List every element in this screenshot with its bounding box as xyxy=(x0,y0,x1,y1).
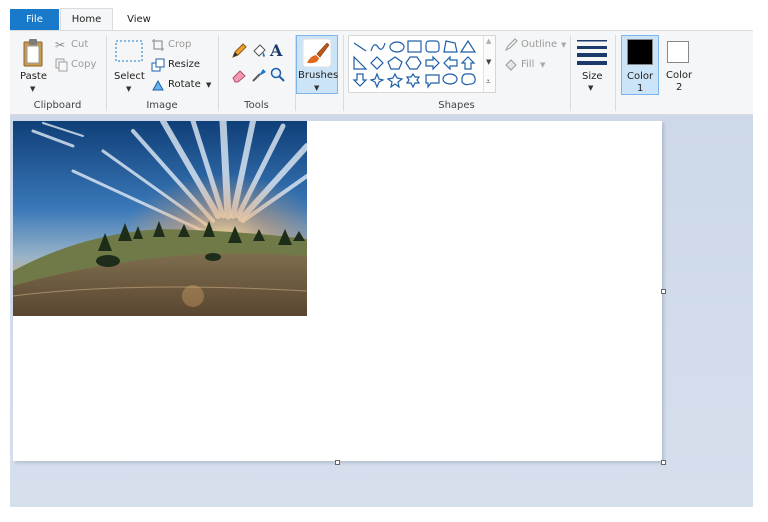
canvas-workspace xyxy=(10,115,753,507)
scissors-icon: ✂ xyxy=(55,38,66,52)
paste-label: Paste xyxy=(20,71,47,82)
color2-button[interactable]: Color 2 xyxy=(661,35,699,95)
crop-icon xyxy=(152,39,164,51)
paste-dropdown-icon: ▼ xyxy=(30,85,36,93)
outline-dropdown-icon: ▼ xyxy=(561,41,567,49)
status-area xyxy=(0,507,768,522)
eraser-icon[interactable] xyxy=(231,67,247,83)
resize-label: Resize xyxy=(168,59,201,70)
text-tool-icon[interactable]: A xyxy=(270,41,282,60)
resize-button[interactable]: Resize xyxy=(151,58,211,73)
outline-label: Outline xyxy=(521,39,558,50)
color2-number: 2 xyxy=(676,82,683,93)
size-label: Size xyxy=(582,71,603,82)
landscape-picture xyxy=(13,121,307,316)
scroll-down-icon[interactable]: ▼ xyxy=(486,58,491,66)
fill-button[interactable]: Fill ▼ xyxy=(504,58,554,73)
paste-button[interactable]: Paste ▼ xyxy=(18,36,48,94)
resize-handle-bottom[interactable] xyxy=(335,460,340,465)
fill-dropdown-icon: ▼ xyxy=(540,61,546,69)
crop-label: Crop xyxy=(168,39,192,50)
gallery-expand-icon[interactable]: ⩡ xyxy=(486,77,491,87)
color-picker-icon[interactable] xyxy=(251,67,267,83)
color1-button[interactable]: Color 1 xyxy=(621,35,659,95)
paint-window: File Home View Paste ▼ ✂ Cut Copy Clipbo… xyxy=(0,0,768,522)
outline-pen-icon xyxy=(504,38,518,52)
tools-group-label: Tools xyxy=(244,100,269,111)
size-dropdown-icon: ▼ xyxy=(588,84,594,92)
tab-file[interactable]: File xyxy=(10,9,59,30)
select-button[interactable]: Select ▼ xyxy=(113,37,145,93)
tab-home[interactable]: Home xyxy=(60,8,113,31)
tools-group: A Tools xyxy=(219,31,294,115)
magnifier-icon[interactable] xyxy=(270,67,286,83)
color1-swatch xyxy=(627,39,653,65)
cut-button[interactable]: ✂ Cut xyxy=(55,38,101,53)
outline-button[interactable]: Outline ▼ xyxy=(504,38,570,53)
select-dropdown-icon: ▼ xyxy=(126,85,132,93)
shapes-group-label: Shapes xyxy=(438,100,475,111)
brushes-label: Brushes xyxy=(298,70,339,81)
tab-view[interactable]: View xyxy=(114,9,164,30)
select-label: Select xyxy=(114,71,145,82)
shapes-group: ▲ ▼ ⩡ Outline ▼ Fill ▼ Shapes xyxy=(344,31,569,115)
pencil-icon[interactable] xyxy=(231,43,247,59)
separator xyxy=(570,35,571,111)
clipboard-group: Paste ▼ ✂ Cut Copy Clipboard xyxy=(10,31,105,115)
copy-label: Copy xyxy=(71,59,97,70)
fill-label: Fill xyxy=(521,59,535,70)
clipboard-icon xyxy=(23,39,43,67)
select-rectangle-icon xyxy=(115,40,143,62)
shapes-gallery[interactable]: ▲ ▼ ⩡ xyxy=(348,35,496,93)
rotate-icon xyxy=(152,79,164,91)
brushes-dropdown-icon: ▼ xyxy=(314,84,320,92)
resize-handle-right[interactable] xyxy=(661,289,666,294)
ribbon-tabs: File Home View xyxy=(10,8,753,31)
fill-bucket-icon[interactable] xyxy=(251,43,267,59)
drawing-canvas[interactable] xyxy=(13,121,666,465)
line-size-icon xyxy=(577,40,607,65)
copy-button[interactable]: Copy xyxy=(55,58,101,73)
scroll-up-icon[interactable]: ▲ xyxy=(486,37,491,45)
separator xyxy=(615,35,616,111)
rotate-dropdown-icon: ▼ xyxy=(206,81,212,89)
ribbon: Paste ▼ ✂ Cut Copy Clipboard Select ▼ Cr… xyxy=(10,30,753,115)
shapes-scrollbar[interactable]: ▲ ▼ ⩡ xyxy=(483,36,495,92)
resize-handle-corner[interactable] xyxy=(661,460,666,465)
cut-label: Cut xyxy=(71,39,89,50)
color1-number: 1 xyxy=(637,83,644,94)
brush-icon xyxy=(302,38,332,68)
shapes-gallery-icons xyxy=(352,39,477,89)
color2-label: Color xyxy=(666,70,693,81)
image-group: Select ▼ Crop Resize Rotate ▼ Image xyxy=(107,31,217,115)
resize-icon xyxy=(151,58,165,72)
copy-icon xyxy=(55,58,68,72)
rotate-button[interactable]: Rotate ▼ xyxy=(151,78,215,93)
fill-icon xyxy=(505,59,517,71)
rotate-label: Rotate xyxy=(168,79,201,90)
pasted-landscape-image[interactable] xyxy=(13,121,307,316)
brushes-button[interactable]: Brushes ▼ xyxy=(296,35,338,94)
size-button[interactable]: Size ▼ xyxy=(572,35,612,93)
color2-swatch xyxy=(667,41,689,63)
image-group-label: Image xyxy=(146,100,178,111)
crop-button[interactable]: Crop xyxy=(151,38,211,53)
color1-label: Color xyxy=(627,71,654,82)
clipboard-group-label: Clipboard xyxy=(33,100,82,111)
